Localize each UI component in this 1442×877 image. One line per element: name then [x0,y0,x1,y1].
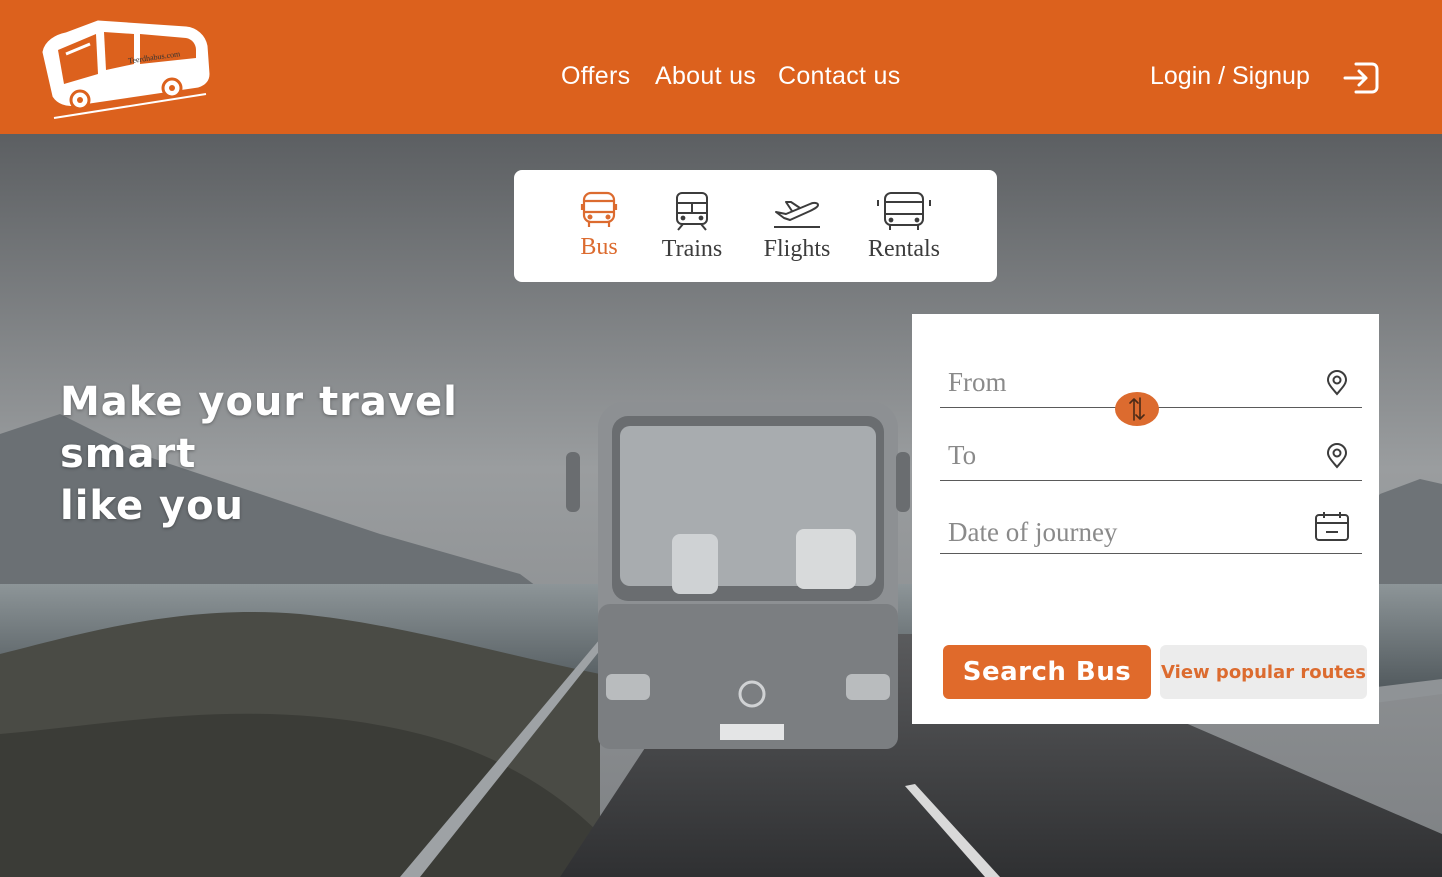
tab-trains[interactable]: Trains [657,190,727,263]
date-of-journey-input[interactable] [940,508,1300,556]
nav-contact-link[interactable]: Contact us [778,62,901,91]
location-pin-icon[interactable] [1326,443,1348,469]
to-field [940,431,1362,481]
hero-headline-line2: like you [60,483,245,529]
hero-bus-photo [566,402,910,749]
tab-bus[interactable]: Bus [574,190,624,261]
swap-arrows-icon [1129,397,1145,421]
rental-van-icon [877,192,931,230]
tab-rentals[interactable]: Rentals [864,190,944,263]
view-popular-routes-button[interactable]: View popular routes [1160,645,1367,699]
login-signup-link[interactable]: Login / Signup [1150,62,1310,91]
date-field [940,504,1362,556]
brand-logo[interactable]: Teerdhabus.com [36,14,212,122]
tab-trains-label: Trains [661,236,723,262]
bus-icon [580,191,618,227]
swap-locations-button[interactable] [1115,392,1159,426]
nav-offers-link[interactable]: Offers [561,62,630,91]
login-arrow-icon[interactable] [1342,60,1380,96]
tab-flights-label: Flights [763,236,831,262]
search-bus-button[interactable]: Search Bus [943,645,1151,699]
nav-about-link[interactable]: About us [655,62,756,91]
calendar-icon[interactable] [1314,510,1350,542]
plane-icon [774,201,820,228]
tab-flights[interactable]: Flights [760,190,834,263]
tab-rentals-label: Rentals [868,236,940,262]
location-pin-icon[interactable] [1326,370,1348,396]
travel-mode-tabs: Bus Trains Flights Rentals [514,170,997,282]
train-icon [676,192,708,231]
tab-bus-label: Bus [580,234,618,260]
to-input[interactable] [940,431,1300,479]
hero-headline-line1: Make your travel smart [60,379,458,477]
bus-search-form: Search Bus View popular routes [912,314,1379,724]
hero-headline: Make your travel smart like you [60,376,580,532]
top-header: Teerdhabus.com Offers About us Contact u… [0,0,1442,134]
